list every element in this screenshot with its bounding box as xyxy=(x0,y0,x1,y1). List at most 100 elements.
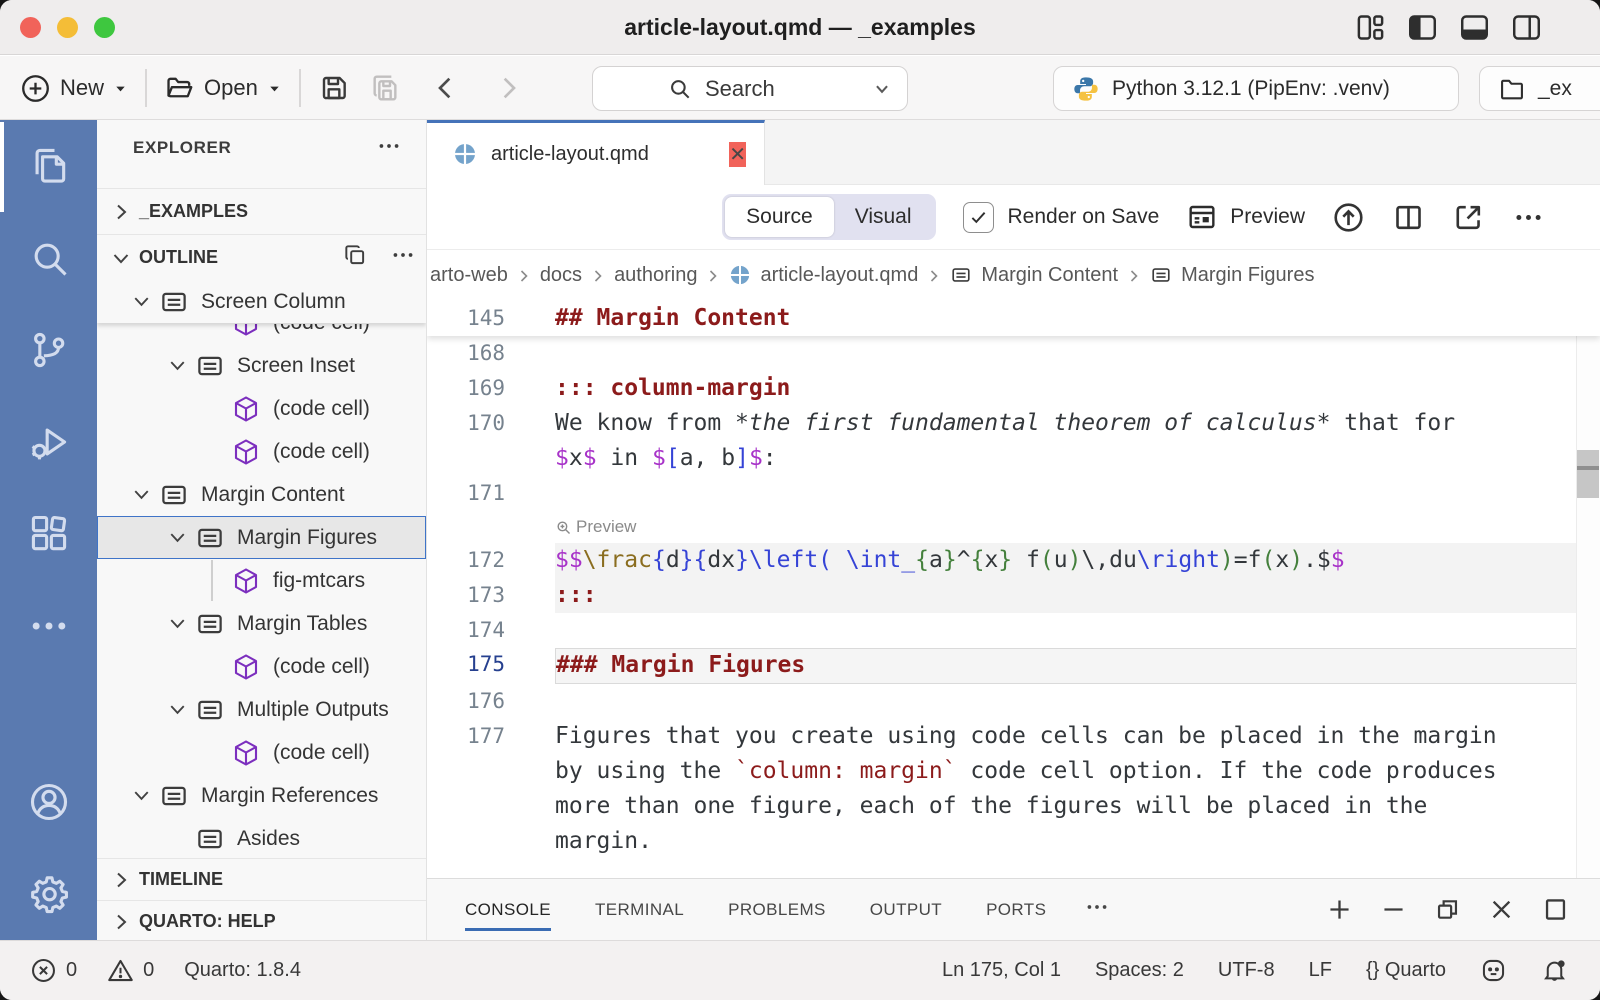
toggle-primary-sidebar-icon[interactable] xyxy=(1407,12,1438,43)
outline-item-code-cell[interactable]: (code cell) xyxy=(97,323,426,344)
panel-tab-ports[interactable]: PORTS xyxy=(986,879,1046,940)
source-control-activity-icon[interactable] xyxy=(0,304,97,396)
chevron-down-icon[interactable] xyxy=(123,778,159,814)
more-views-icon[interactable] xyxy=(0,580,97,672)
outline-more-actions-icon[interactable] xyxy=(390,242,416,273)
panel-tab-problems[interactable]: PROBLEMS xyxy=(728,879,826,940)
status-encoding[interactable]: UTF-8 xyxy=(1218,959,1275,982)
code-line-wrap[interactable]: by using the `column: margin` code cell … xyxy=(427,754,1600,789)
code-line-176[interactable]: 176 xyxy=(427,684,1600,719)
status-warning-count[interactable]: 0 xyxy=(107,957,154,984)
run-debug-activity-icon[interactable] xyxy=(0,396,97,488)
breadcrumb-item-margin-content[interactable]: Margin Content xyxy=(950,264,1118,287)
sidebar-section-examples[interactable]: _EXAMPLES xyxy=(97,188,426,234)
sidebar-section-outline[interactable]: OUTLINE xyxy=(97,234,426,280)
code-line-wrap[interactable]: margin. xyxy=(427,824,1600,859)
code-line-173[interactable]: 173::: xyxy=(427,578,1600,613)
mode-source-button[interactable]: Source xyxy=(725,197,834,237)
account-icon[interactable] xyxy=(0,756,97,848)
panel-tab-terminal[interactable]: TERMINAL xyxy=(595,879,684,940)
tab-article-layout[interactable]: article-layout.qmd ✕ xyxy=(427,120,765,185)
toggle-secondary-sidebar-icon[interactable] xyxy=(1511,12,1542,43)
status-feedback[interactable] xyxy=(1480,957,1507,984)
outline-item-code-cell[interactable]: (code cell) xyxy=(97,387,426,430)
explorer-activity-icon[interactable] xyxy=(0,120,97,212)
explorer-more-actions-icon[interactable] xyxy=(376,133,402,164)
outline-item-margin-references[interactable]: Margin References xyxy=(97,774,426,817)
outline-item-code-cell[interactable]: (code cell) xyxy=(97,731,426,774)
outline-item-asides[interactable]: Asides xyxy=(97,817,426,858)
chevron-down-icon[interactable] xyxy=(123,284,159,320)
status-eol[interactable]: LF xyxy=(1309,959,1332,982)
chevron-down-icon[interactable] xyxy=(159,520,195,556)
search-activity-icon[interactable] xyxy=(0,212,97,304)
breadcrumb-item-article-layout-qmd[interactable]: article-layout.qmd xyxy=(729,264,918,287)
code-line-169[interactable]: 169::: column-margin xyxy=(427,371,1600,406)
save-all-button[interactable] xyxy=(370,72,402,104)
panel-restore-icon[interactable] xyxy=(1433,895,1462,924)
breadcrumb-item-authoring[interactable]: authoring xyxy=(614,264,697,287)
outline-item-code-cell[interactable]: (code cell) xyxy=(97,645,426,688)
render-document-icon[interactable] xyxy=(1332,201,1365,234)
workspace-button[interactable]: _ex xyxy=(1479,66,1600,111)
codelens-row[interactable]: Preview xyxy=(427,511,1600,543)
editor-scrollbar[interactable] xyxy=(1576,300,1600,878)
panel-close-icon[interactable] xyxy=(1487,895,1516,924)
code-line-174[interactable]: 174 xyxy=(427,613,1600,648)
outline-item-code-cell[interactable]: (code cell) xyxy=(97,430,426,473)
panel-minimize-icon[interactable] xyxy=(1379,895,1408,924)
outline-item-multiple-outputs[interactable]: Multiple Outputs xyxy=(97,688,426,731)
back-button[interactable] xyxy=(430,72,462,104)
panel-tab-output[interactable]: OUTPUT xyxy=(870,879,942,940)
sidebar-section-timeline[interactable]: TIMELINE xyxy=(97,858,426,900)
chevron-down-icon[interactable] xyxy=(159,692,195,728)
chevron-down-icon[interactable] xyxy=(159,606,195,642)
code-line-177[interactable]: 177Figures that you create using code ce… xyxy=(427,719,1600,754)
editor-more-actions-icon[interactable] xyxy=(1512,201,1545,234)
status-language-mode[interactable]: {} Quarto xyxy=(1366,959,1446,982)
status-indentation[interactable]: Spaces: 2 xyxy=(1095,959,1184,982)
code-line-168[interactable]: 168 xyxy=(427,336,1600,371)
breadcrumb-item-margin-figures[interactable]: Margin Figures xyxy=(1150,264,1314,287)
extensions-activity-icon[interactable] xyxy=(0,488,97,580)
open-button[interactable]: Open xyxy=(164,73,282,104)
preview-button[interactable]: Preview xyxy=(1186,201,1305,233)
sidebar-section-quarto-help[interactable]: QUARTO: HELP xyxy=(97,900,426,940)
render-on-save-checkbox[interactable] xyxy=(963,202,994,233)
outline-item-margin-tables[interactable]: Margin Tables xyxy=(97,602,426,645)
editor-code-area[interactable]: 145## Margin Content168169::: column-mar… xyxy=(427,300,1600,878)
collapse-all-icon[interactable] xyxy=(342,242,368,273)
breadcrumb-item-docs[interactable]: docs xyxy=(540,264,582,287)
mode-visual-button[interactable]: Visual xyxy=(834,197,933,237)
chevron-down-icon[interactable] xyxy=(159,348,195,384)
status-cursor-position[interactable]: Ln 175, Col 1 xyxy=(942,959,1061,982)
status-quarto-version[interactable]: Quarto: 1.8.4 xyxy=(184,959,301,982)
codelens-preview-link[interactable]: Preview xyxy=(555,511,1600,543)
save-button[interactable] xyxy=(318,72,350,104)
code-line-172[interactable]: 172$$\frac{d}{dx}\left( \int_{a}^{x} f(u… xyxy=(427,543,1600,578)
settings-gear-icon[interactable] xyxy=(0,848,97,940)
forward-button[interactable] xyxy=(492,72,524,104)
panel-tab-console[interactable]: CONSOLE xyxy=(465,879,551,940)
outline-item-margin-figures[interactable]: Margin Figures xyxy=(97,516,426,559)
status-error-count[interactable]: 0 xyxy=(30,957,77,984)
split-editor-icon[interactable] xyxy=(1392,201,1425,234)
panel-new-terminal-icon[interactable] xyxy=(1325,895,1354,924)
outline-item-screen-column[interactable]: Screen Column xyxy=(97,280,426,323)
outline-item-screen-inset[interactable]: Screen Inset xyxy=(97,344,426,387)
chevron-down-icon[interactable] xyxy=(123,477,159,513)
code-line-wrap[interactable]: more than one figure, each of the figure… xyxy=(427,789,1600,824)
code-line-171[interactable]: 171 xyxy=(427,476,1600,511)
search-input[interactable]: Search xyxy=(592,66,908,111)
code-line-175[interactable]: 175### Margin Figures xyxy=(427,648,1600,684)
code-line-145[interactable]: 145## Margin Content xyxy=(427,300,1600,336)
open-external-icon[interactable] xyxy=(1452,201,1485,234)
panel-maximize-icon[interactable] xyxy=(1541,895,1570,924)
new-button[interactable]: New xyxy=(20,73,128,104)
outline-item-margin-content[interactable]: Margin Content xyxy=(97,473,426,516)
outline-item-fig-mtcars[interactable]: fig-mtcars xyxy=(97,559,426,602)
breadcrumb-item-arto-web[interactable]: arto-web xyxy=(430,264,508,287)
customize-layout-icon[interactable] xyxy=(1355,12,1386,43)
code-line-170[interactable]: 170We know from *the first fundamental t… xyxy=(427,406,1600,441)
scrollbar-thumb[interactable] xyxy=(1577,450,1599,498)
